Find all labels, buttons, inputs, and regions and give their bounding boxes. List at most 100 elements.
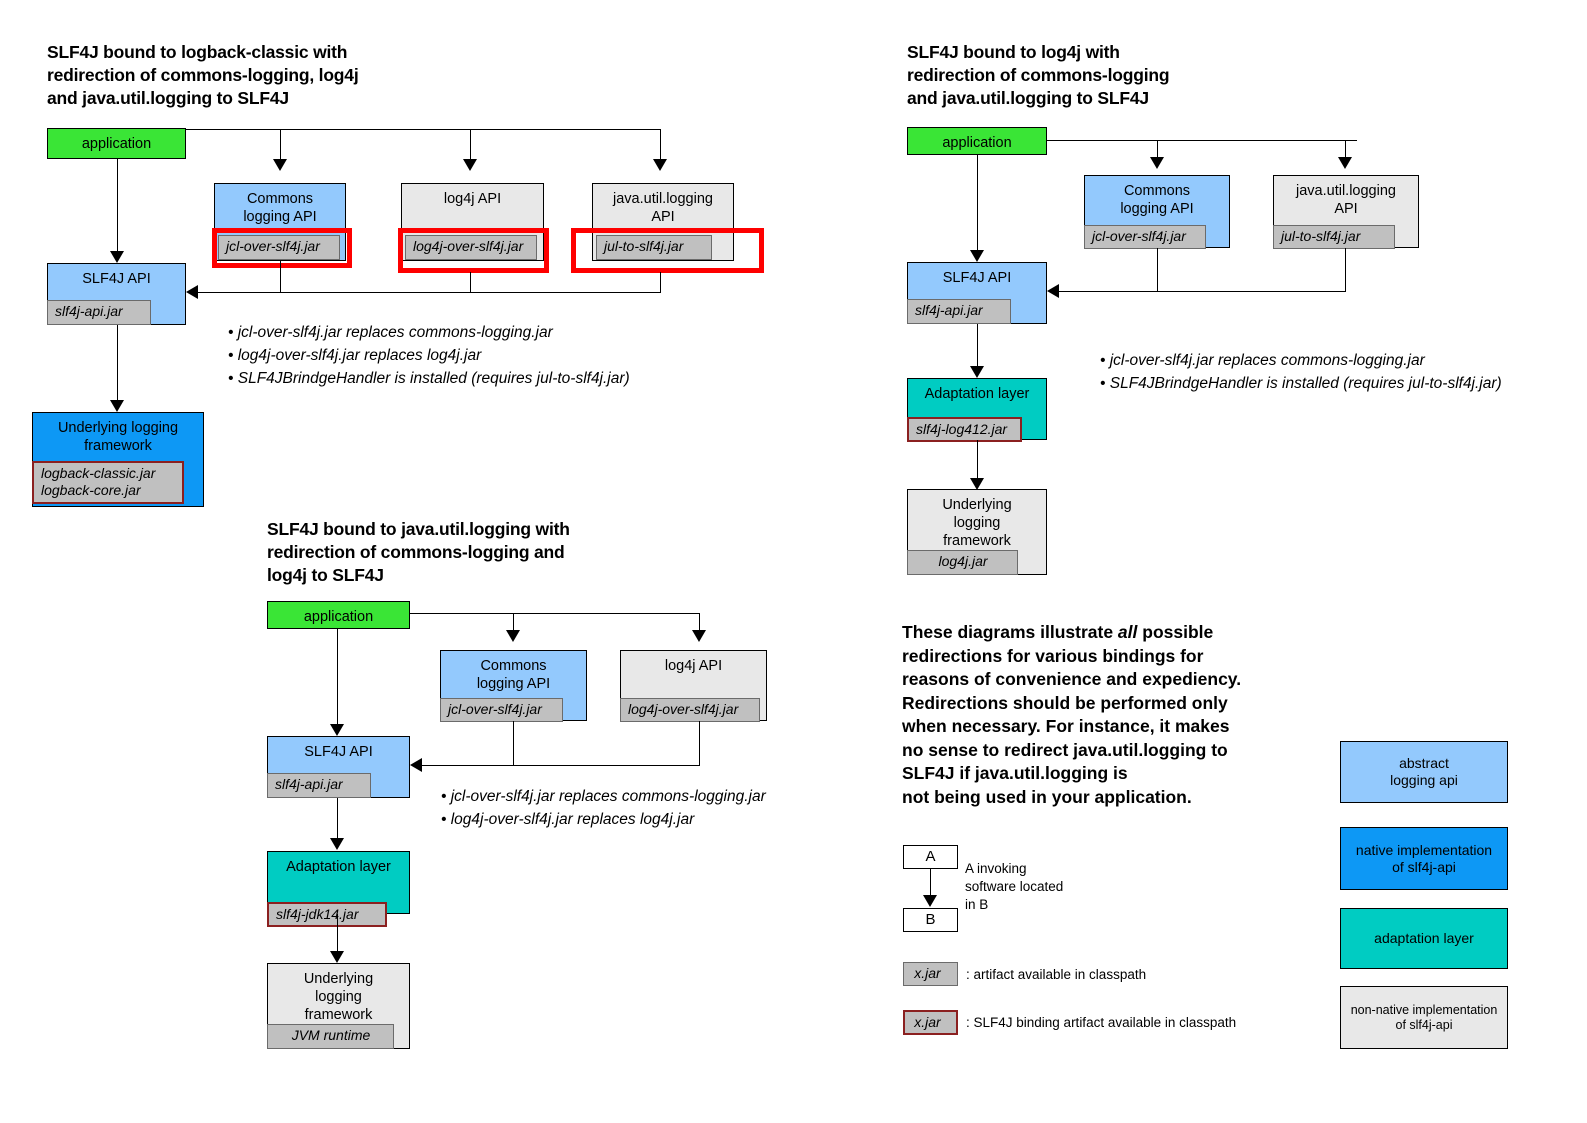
d2-bullet-1: • jcl-over-slf4j.jar replaces commons-lo… <box>1100 352 1425 369</box>
d1-arrow-to-underlying <box>110 400 124 412</box>
d1-line-app-to-slf4j <box>117 159 119 256</box>
legend-arrow-caption: A invoking software located in B <box>965 861 1064 912</box>
d3-bullet-2: • log4j-over-slf4j.jar replaces log4j.ja… <box>441 811 695 828</box>
legend-jar-plain-caption: : artifact available in classpath <box>966 967 1147 982</box>
diagram2-title: SLF4J bound to log4j with redirection of… <box>907 42 1170 108</box>
d2-arrow-to-adaptation <box>970 366 984 378</box>
d2-line-slf4j-to-adaptation <box>977 324 979 371</box>
d1-line-commons-down <box>280 260 282 293</box>
d2-arrow-into-slf4j <box>1047 284 1059 298</box>
d3-commons-logging-label: Commons logging API <box>476 658 551 692</box>
d2-adaptation-jar-chip[interactable]: slf4j-log412.jar <box>907 417 1022 442</box>
legend-jar-plain: x.jar <box>903 962 958 986</box>
legend-swatch-abstract-label: abstract logging api <box>1390 755 1458 788</box>
d1-arrow-to-log4j <box>463 159 477 171</box>
d2-line-app-to-slf4j <box>977 155 979 254</box>
d1-log4j-api-label: log4j API <box>443 191 502 207</box>
legend-box-a-label: A <box>925 848 936 865</box>
d1-line-jul-down <box>660 272 662 293</box>
d3-line-slf4j-to-adaptation <box>337 798 339 842</box>
d1-arrow-to-commons <box>273 159 287 171</box>
d3-bus-to-slf4j <box>421 765 700 767</box>
d1-bullet-1: • jcl-over-slf4j.jar replaces commons-lo… <box>228 324 553 341</box>
d2-commons-logging-label: Commons logging API <box>1120 183 1194 217</box>
legend-box-a: A <box>903 845 958 869</box>
d2-adaptation-label: Adaptation layer <box>924 386 1030 402</box>
d1-bullet-3: • SLF4JBrindgeHandler is installed (requ… <box>228 370 630 387</box>
d1-highlight-jul-to <box>571 228 764 273</box>
d1-slf4j-jar-chip[interactable]: slf4j-api.jar <box>47 300 151 325</box>
d1-arrow-app-to-slf4j <box>110 251 124 263</box>
d1-application-box[interactable]: application <box>47 128 186 159</box>
legend-swatch-adaptation-label: adaptation layer <box>1374 930 1474 946</box>
d2-commons-jar-chip[interactable]: jcl-over-slf4j.jar <box>1084 225 1206 249</box>
d1-highlight-jcl <box>212 228 352 268</box>
d3-application-label: application <box>303 609 374 625</box>
d1-commons-logging-label: Commons logging API <box>243 191 317 225</box>
d3-adaptation-label: Adaptation layer <box>286 859 391 875</box>
d3-adaptation-jar-chip[interactable]: slf4j-jdk14.jar <box>267 902 387 927</box>
d2-bus-to-slf4j <box>1058 291 1346 293</box>
legend-swatch-abstract-logging-api: abstract logging api <box>1340 741 1508 803</box>
d2-line-commons-down <box>1157 248 1159 292</box>
d3-arrow-to-adaptation <box>330 838 344 850</box>
legend-swatch-non-native-label: non-native implementation of slf4j-api <box>1350 1002 1498 1032</box>
legend-box-b-label: B <box>925 911 936 928</box>
d3-underlying-jar-chip[interactable]: JVM runtime <box>267 1024 394 1049</box>
d2-slf4j-api-label: SLF4J API <box>942 270 1012 286</box>
diagram1-title: SLF4J bound to logback-classic with redi… <box>47 42 359 108</box>
d3-log4j-jar-chip[interactable]: log4j-over-slf4j.jar <box>620 698 760 722</box>
d2-arrow-to-commons <box>1150 157 1164 169</box>
d1-arrow-to-jul <box>653 159 667 171</box>
diagram3-title: SLF4J bound to java.util.logging with re… <box>267 519 570 585</box>
d1-underlying-label: Underlying logging framework <box>57 420 179 454</box>
d1-application-label: application <box>81 136 152 152</box>
d3-slf4j-jar-chip[interactable]: slf4j-api.jar <box>267 773 371 798</box>
d3-bus-top <box>410 613 700 615</box>
d2-arrow-app-to-slf4j <box>970 250 984 262</box>
d1-slf4j-api-label: SLF4J API <box>82 271 151 287</box>
d2-application-box[interactable]: application <box>907 127 1047 155</box>
d3-arrow-to-underlying <box>330 951 344 963</box>
d3-log4j-api-label: log4j API <box>664 658 723 674</box>
legend-swatch-non-native-implementation: non-native implementation of slf4j-api <box>1340 986 1508 1049</box>
d2-bullet-2: • SLF4JBrindgeHandler is installed (requ… <box>1100 375 1502 392</box>
d2-slf4j-jar-chip[interactable]: slf4j-api.jar <box>907 299 1011 324</box>
d2-jul-api-label: java.util.logging API <box>1296 183 1396 217</box>
legend-jar-binding: x.jar <box>903 1010 958 1035</box>
d2-application-label: application <box>942 135 1012 151</box>
d1-bus-top <box>186 129 661 131</box>
d2-underlying-jar-chip[interactable]: log4j.jar <box>907 550 1018 575</box>
d3-arrow-to-commons <box>506 630 520 642</box>
legend-swatch-native-label: native implementation of slf4j-api <box>1355 841 1493 875</box>
d2-jul-jar-chip[interactable]: jul-to-slf4j.jar <box>1273 225 1395 249</box>
d3-bullet-1: • jcl-over-slf4j.jar replaces commons-lo… <box>441 788 766 805</box>
d1-underlying-jar-chip[interactable]: logback-classic.jar logback-core.jar <box>32 461 184 504</box>
d1-arrow-into-slf4j <box>186 285 198 299</box>
d3-commons-jar-chip[interactable]: jcl-over-slf4j.jar <box>440 698 563 722</box>
d1-bullet-2: • log4j-over-slf4j.jar replaces log4j.ja… <box>228 347 482 364</box>
d2-arrow-to-jul <box>1338 157 1352 169</box>
explanatory-note: These diagrams illustrate all possible re… <box>902 622 1242 807</box>
diagram-canvas: SLF4J bound to logback-classic with redi… <box>0 0 1587 1123</box>
legend-swatch-native-implementation: native implementation of slf4j-api <box>1340 827 1508 890</box>
d2-bus-top <box>1047 140 1357 142</box>
d3-line-app-to-slf4j <box>337 629 339 728</box>
d3-arrow-into-slf4j <box>410 758 422 772</box>
d3-arrow-app-to-slf4j <box>330 724 344 736</box>
d3-arrow-to-log4j <box>692 630 706 642</box>
d3-slf4j-api-label: SLF4J API <box>304 744 373 760</box>
d2-line-jul-down <box>1345 248 1347 292</box>
d2-underlying-label: Underlying logging framework <box>942 497 1012 549</box>
legend-swatch-adaptation-layer: adaptation layer <box>1340 908 1508 969</box>
d2-line-adaptation-to-underlying <box>977 440 979 483</box>
d3-line-adaptation-to-underlying <box>337 914 339 956</box>
d1-line-log4j-down <box>470 272 472 293</box>
legend-jar-binding-caption: : SLF4J binding artifact available in cl… <box>966 1015 1237 1030</box>
d1-line-slf4j-to-underlying <box>117 325 119 405</box>
d1-highlight-log4j-over <box>398 228 549 273</box>
d1-jul-api-label: java.util.logging API <box>613 191 713 225</box>
d3-line-log4j-down <box>699 721 701 766</box>
d3-application-box[interactable]: application <box>267 601 410 629</box>
d3-line-commons-down <box>513 721 515 766</box>
